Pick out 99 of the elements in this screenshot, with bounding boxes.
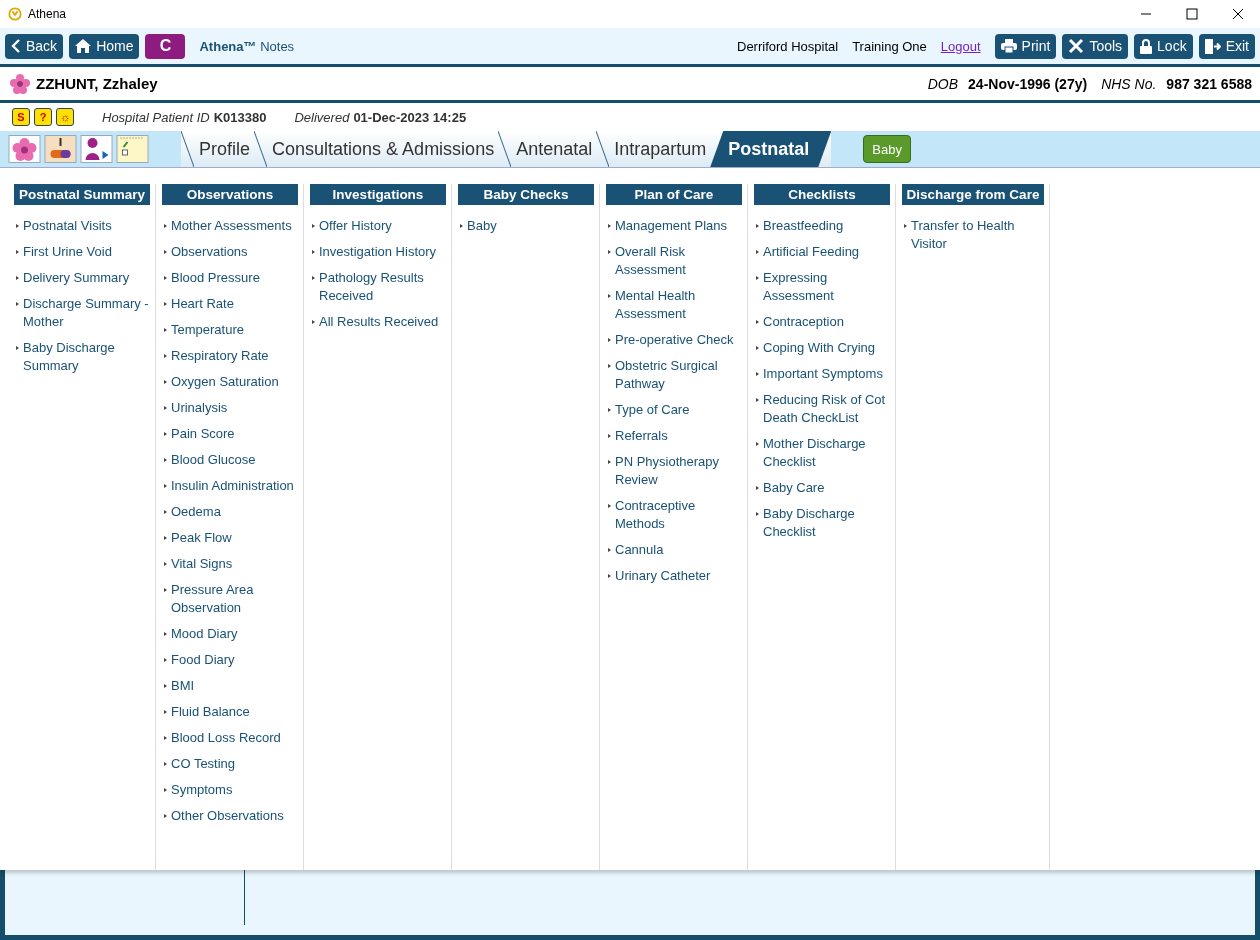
menu-link[interactable]: Baby — [458, 217, 594, 235]
sun-alert-icon[interactable]: ☼ — [56, 108, 74, 126]
menu-link[interactable]: Baby Care — [754, 479, 890, 497]
menu-link[interactable]: Referrals — [606, 427, 742, 445]
menu-link[interactable]: Pre-operative Check — [606, 331, 742, 349]
delivered-label: Delivered — [294, 109, 350, 125]
app-title: Athena™ Notes — [199, 38, 295, 54]
menu-link[interactable]: Insulin Administration — [162, 477, 298, 495]
menu-link[interactable]: Management Plans — [606, 217, 742, 235]
menu-link[interactable]: Pain Score — [162, 425, 298, 443]
exit-door-icon — [1204, 38, 1221, 54]
menu-link[interactable]: Transfer to Health Visitor — [902, 217, 1044, 253]
menu-link[interactable]: PN Physiotherapy Review — [606, 453, 742, 489]
menu-link[interactable]: Breastfeeding — [754, 217, 890, 235]
menu-link[interactable]: Oedema — [162, 503, 298, 521]
menu-link[interactable]: Peak Flow — [162, 529, 298, 547]
menu-link[interactable]: Investigation History — [310, 243, 446, 261]
flower-icon[interactable] — [8, 135, 41, 163]
menu-link[interactable]: Blood Loss Record — [162, 729, 298, 747]
back-button[interactable]: Back — [5, 33, 64, 59]
menu-link[interactable]: Mother Assessments — [162, 217, 298, 235]
dob-value: 24-Nov-1996 (27y) — [968, 75, 1088, 92]
patient-name: ZZHUNT, Zzhaley — [36, 75, 158, 92]
tab[interactable]: Postnatal — [710, 131, 832, 167]
menu-link[interactable]: Postnatal Visits — [14, 217, 150, 235]
menu-link[interactable]: Observations — [162, 243, 298, 261]
menu-link[interactable]: Urinary Catheter — [606, 567, 742, 585]
user-name: Training One — [852, 38, 927, 54]
window-title: Athena — [28, 7, 67, 21]
sign-alert-icon[interactable]: S — [12, 108, 30, 126]
home-icon — [75, 39, 92, 53]
menu-link[interactable]: Discharge Summary - Mother — [14, 295, 150, 331]
printer-icon — [1000, 39, 1017, 53]
menu-link[interactable]: First Urine Void — [14, 243, 150, 261]
menu-link[interactable]: Fluid Balance — [162, 703, 298, 721]
menu-link[interactable]: Oxygen Saturation — [162, 373, 298, 391]
menu-link[interactable]: Vital Signs — [162, 555, 298, 573]
menu-section-header: Baby Checks — [458, 184, 594, 205]
patient-id-label: Hospital Patient ID — [102, 109, 210, 125]
menu-section-header: Discharge from Care — [902, 184, 1044, 205]
menu-link[interactable]: Expressing Assessment — [754, 269, 890, 305]
menu-link[interactable]: Urinalysis — [162, 399, 298, 417]
hospital-name: Derriford Hospital — [737, 38, 839, 54]
menu-link[interactable]: Contraception — [754, 313, 890, 331]
menu-link[interactable]: Heart Rate — [162, 295, 298, 313]
exit-button[interactable]: Exit — [1198, 33, 1255, 59]
help-alert-icon[interactable]: ? — [34, 108, 52, 126]
close-icon[interactable] — [1232, 8, 1244, 20]
pill-icon[interactable] — [44, 135, 77, 163]
menu-link[interactable]: Artificial Feeding — [754, 243, 890, 261]
logout-link[interactable]: Logout — [940, 38, 981, 54]
menu-link[interactable]: Other Observations — [162, 807, 298, 825]
dob-label: DOB — [927, 75, 959, 92]
app-logo-icon — [8, 7, 22, 21]
lock-button[interactable]: Lock — [1134, 33, 1193, 59]
patient-id-value: K013380 — [213, 109, 267, 125]
menu-link[interactable]: Reducing Risk of Cot Death CheckList — [754, 391, 890, 427]
lock-icon — [1140, 38, 1153, 54]
menu-link[interactable]: Type of Care — [606, 401, 742, 419]
menu-link[interactable]: Mood Diary — [162, 625, 298, 643]
print-button[interactable]: Print — [994, 33, 1057, 59]
menu-link[interactable]: Baby Discharge Checklist — [754, 505, 890, 541]
menu-link[interactable]: Cannula — [606, 541, 742, 559]
menu-link[interactable]: Food Diary — [162, 651, 298, 669]
menu-link[interactable]: Baby Discharge Summary — [14, 339, 150, 375]
menu-link[interactable]: CO Testing — [162, 755, 298, 773]
menu-link[interactable]: Pathology Results Received — [310, 269, 446, 305]
menu-section-header: Investigations — [310, 184, 446, 205]
menu-link[interactable]: Overall Risk Assessment — [606, 243, 742, 279]
nhs-label: NHS No. — [1101, 75, 1157, 92]
menu-link[interactable]: Offer History — [310, 217, 446, 235]
tools-button[interactable]: Tools — [1062, 33, 1129, 59]
menu-link[interactable]: Respiratory Rate — [162, 347, 298, 365]
tools-icon — [1068, 38, 1085, 54]
menu-link[interactable]: Contraceptive Methods — [606, 497, 742, 533]
flower-icon — [10, 73, 30, 94]
menu-section-header: Postnatal Summary — [14, 184, 150, 205]
menu-link[interactable]: Blood Glucose — [162, 451, 298, 469]
menu-link[interactable]: Mother Discharge Checklist — [754, 435, 890, 471]
maximize-icon[interactable] — [1186, 8, 1198, 20]
menu-link[interactable]: Obstetric Surgical Pathway — [606, 357, 742, 393]
menu-section-header: Plan of Care — [606, 184, 742, 205]
menu-section-header: Checklists — [754, 184, 890, 205]
home-button[interactable]: Home — [69, 33, 140, 59]
menu-link[interactable]: Pressure Area Observation — [162, 581, 298, 617]
menu-link[interactable]: Delivery Summary — [14, 269, 150, 287]
menu-link[interactable]: Coping With Crying — [754, 339, 890, 357]
menu-link[interactable]: Important Symptoms — [754, 365, 890, 383]
c-button[interactable]: C — [145, 33, 186, 59]
menu-section-header: Observations — [162, 184, 298, 205]
menu-link[interactable]: Blood Pressure — [162, 269, 298, 287]
nhs-value: 987 321 6588 — [1166, 75, 1252, 92]
menu-link[interactable]: Temperature — [162, 321, 298, 339]
menu-link[interactable]: Symptoms — [162, 781, 298, 799]
chevron-left-icon — [11, 39, 21, 53]
menu-link[interactable]: Mental Health Assessment — [606, 287, 742, 323]
delivered-value: 01-Dec-2023 14:25 — [353, 109, 467, 125]
menu-link[interactable]: BMI — [162, 677, 298, 695]
menu-link[interactable]: All Results Received — [310, 313, 446, 331]
